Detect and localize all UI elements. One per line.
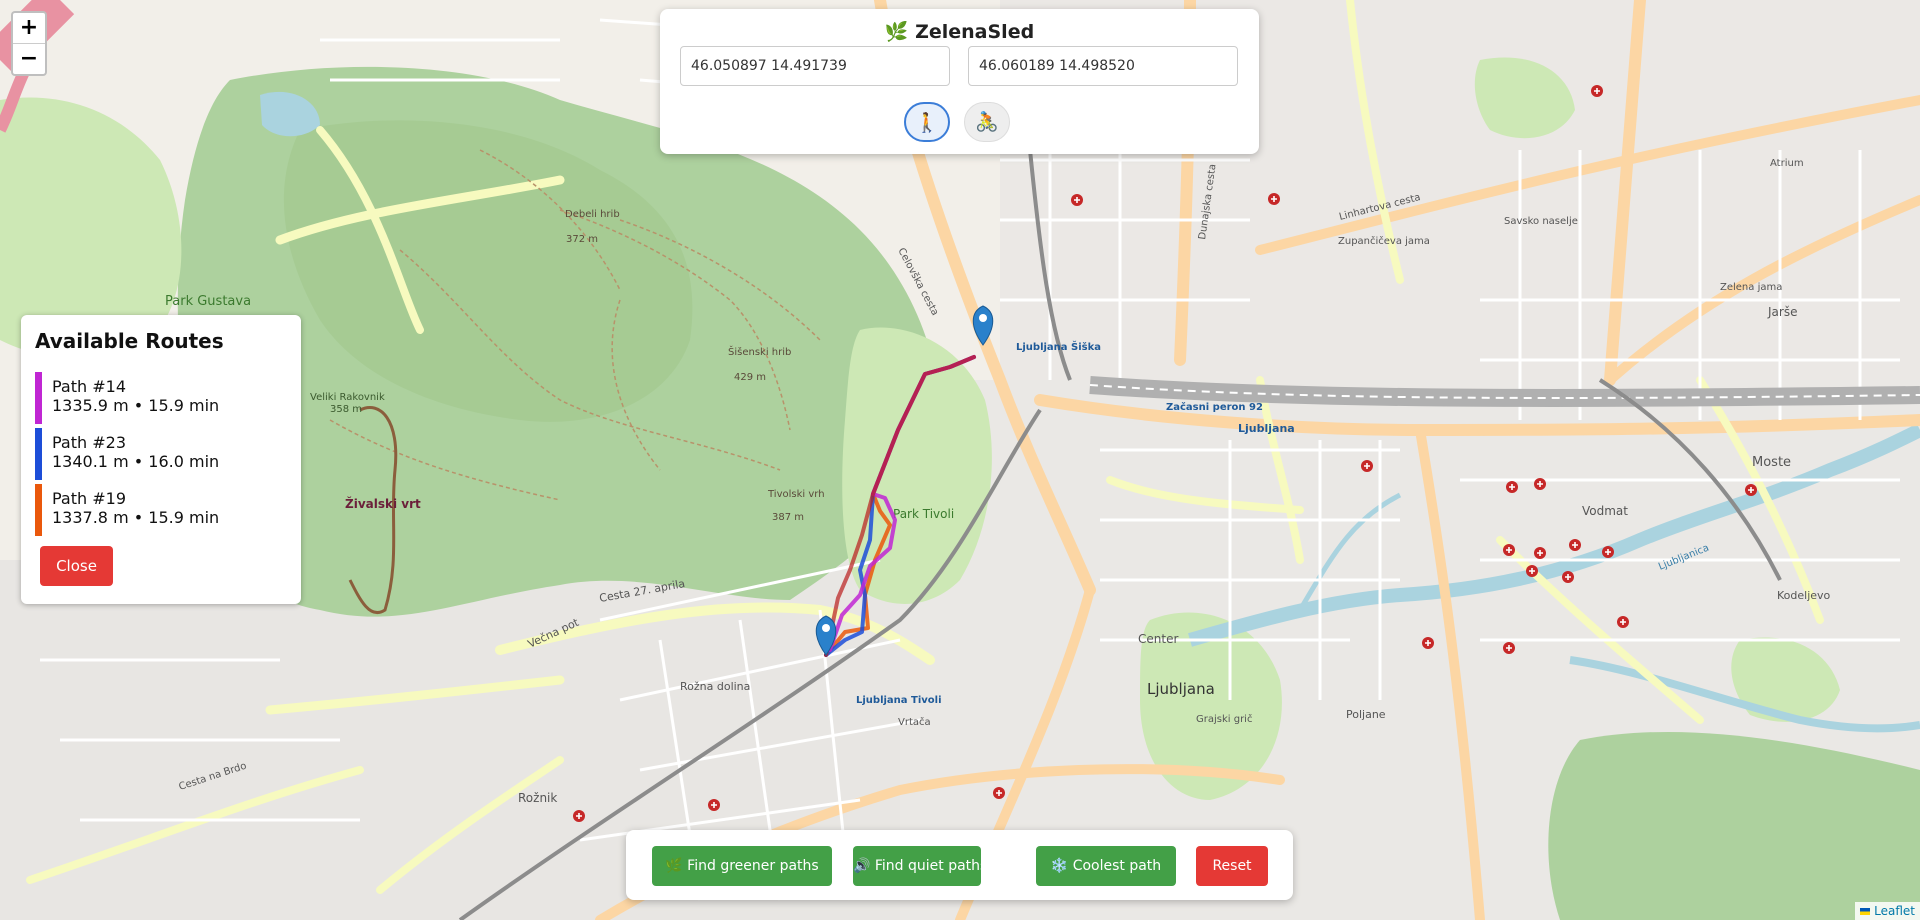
zoom-in-button[interactable]: +	[13, 13, 45, 43]
available-routes-panel: Available Routes Path #14 1335.9 m • 15.…	[21, 315, 301, 604]
route-item-23[interactable]: Path #23 1340.1 m • 16.0 min	[35, 428, 285, 480]
route-name: Path #23	[52, 433, 126, 452]
coolest-path-button[interactable]: ❄️ Coolest path	[1036, 846, 1176, 886]
zoom-out-button[interactable]: −	[13, 43, 45, 74]
label-zupanciceva-jama: Zupančičeva jama	[1338, 235, 1430, 247]
route-item-19[interactable]: Path #19 1337.8 m • 15.9 min	[35, 484, 285, 536]
label-zelena-jama: Zelena jama	[1720, 282, 1782, 293]
label-zivalski-vrt: Živalski vrt	[345, 496, 421, 511]
bike-mode-button[interactable]: 🚴	[964, 102, 1010, 142]
end-marker-dot	[979, 314, 987, 322]
label-ljubljana-city: Ljubljana	[1147, 680, 1215, 698]
label-park-gustava: Park Gustava	[165, 294, 251, 309]
label-ljubljana-siska: Ljubljana Šiška	[1016, 340, 1101, 353]
route-distance-time: 1340.1 m • 16.0 min	[52, 452, 220, 471]
route-distance-time: 1335.9 m • 15.9 min	[52, 396, 220, 415]
find-quiet-paths-button[interactable]: 🔊 Find quiet paths	[853, 846, 987, 886]
label-tivolski-vrh-ele: 387 m	[772, 512, 804, 523]
route-distance-time: 1337.8 m • 15.9 min	[52, 508, 220, 527]
route-name: Path #14	[52, 377, 126, 396]
label-tivolski-vrh: Tivolski vrh	[767, 489, 825, 500]
label-park-tivoli: Park Tivoli	[893, 507, 954, 521]
zoom-control: + −	[11, 11, 47, 76]
label-kodeljevo: Kodeljevo	[1777, 589, 1831, 602]
route-color-swatch	[35, 372, 42, 424]
forest-southeast	[1548, 731, 1920, 920]
find-greener-paths-button[interactable]: 🌿 Find greener paths	[652, 846, 832, 886]
label-veliki-rakovnik-ele: 358 m	[330, 404, 362, 415]
label-savsko-naselje: Savsko naselje	[1504, 216, 1578, 227]
label-grajski-gric: Grajski grič	[1196, 713, 1252, 725]
label-debeli-hrib: Debeli hrib	[565, 209, 620, 220]
label-vodmat: Vodmat	[1582, 504, 1628, 518]
label-center: Center	[1138, 632, 1178, 646]
label-atrium: Atrium	[1770, 158, 1804, 169]
action-bar: 🌿 Find greener paths 🔊 Find quiet paths …	[626, 830, 1293, 900]
label-poljane: Poljane	[1346, 708, 1386, 721]
route-color-swatch	[35, 428, 42, 480]
walking-person-icon: 🚶	[915, 112, 939, 134]
label-rozna-dolina: Rožna dolina	[680, 680, 750, 693]
close-routes-button[interactable]: Close	[40, 546, 113, 586]
label-debeli-hrib-ele: 372 m	[566, 234, 598, 245]
label-zacasni-peron: Začasni peron 92	[1166, 401, 1263, 413]
attribution-text: Leaflet	[1874, 904, 1915, 918]
route-item-14[interactable]: Path #14 1335.9 m • 15.9 min	[35, 372, 285, 424]
start-marker-dot	[822, 624, 830, 632]
bicycle-icon: 🚴	[975, 111, 999, 133]
label-ljubljana-tivoli: Ljubljana Tivoli	[856, 695, 942, 706]
end-coordinates-input[interactable]	[968, 46, 1238, 86]
route-search-panel: 🌿 ZelenaSled 🚶 🚴	[660, 9, 1259, 154]
label-roznik: Rožnik	[518, 791, 557, 805]
map-attribution[interactable]: Leaflet	[1855, 902, 1920, 920]
reset-button[interactable]: Reset	[1196, 846, 1268, 886]
label-ljubljana-station: Ljubljana	[1238, 422, 1295, 435]
routes-panel-title: Available Routes	[35, 329, 224, 353]
label-sisenski-hrib-ele: 429 m	[734, 372, 766, 383]
label-moste: Moste	[1752, 455, 1791, 470]
app-title: 🌿 ZelenaSled	[884, 21, 1035, 43]
start-coordinates-input[interactable]	[680, 46, 950, 86]
route-name: Path #19	[52, 489, 126, 508]
label-vrtaca: Vrtača	[898, 716, 931, 728]
label-veliki-rakovnik: Veliki Rakovnik	[310, 392, 385, 403]
label-sisenski-hrib: Šišenski hrib	[728, 345, 791, 358]
label-jarse: Jarše	[1767, 305, 1797, 319]
route-color-swatch	[35, 484, 42, 536]
ukraine-flag-icon	[1860, 908, 1871, 915]
walk-mode-button[interactable]: 🚶	[904, 102, 950, 142]
